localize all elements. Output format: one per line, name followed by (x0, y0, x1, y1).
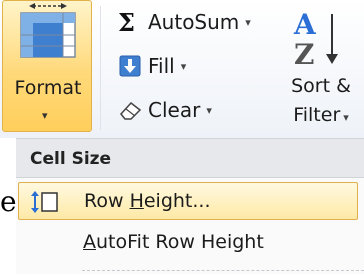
menu-item-autofit-row-height[interactable]: AutoFit Row Height (18, 224, 358, 262)
autosum-button[interactable]: Σ AutoSum ▾ (118, 4, 251, 40)
sort-label-line2: Filter ▾ (293, 104, 349, 126)
format-button[interactable]: Format ▾ (2, 0, 92, 132)
sort-label-line1: Sort & (291, 75, 351, 97)
fill-button[interactable]: Fill ▾ (118, 48, 186, 84)
menu-separator (82, 270, 364, 271)
sort-az-icon: A Z (293, 8, 338, 70)
clear-label: Clear (148, 98, 201, 122)
fill-down-icon (118, 54, 148, 78)
chevron-down-icon[interactable]: ▾ (245, 16, 251, 29)
svg-text:Z: Z (294, 38, 314, 70)
format-label: Format (14, 77, 82, 99)
menu-item-label: AutoFit Row Height (83, 231, 264, 253)
format-cells-icon (20, 3, 76, 58)
chevron-down-icon[interactable]: ▾ (343, 111, 349, 124)
menu-section-header: Cell Size (16, 138, 364, 178)
sigma-icon: Σ (118, 7, 135, 37)
clear-button[interactable]: Clear ▾ (118, 92, 212, 128)
chevron-down-icon[interactable]: ▾ (181, 60, 187, 73)
ribbon: Format ▾ Σ AutoSum ▾ Fill ▾ Clear ▾ A Z … (0, 0, 364, 138)
format-dropdown-menu: Cell Size Row Height... AutoFit Row Heig… (0, 138, 364, 274)
chevron-down-icon[interactable]: ▾ (206, 104, 212, 117)
menu-item-label: Row Height... (84, 190, 211, 212)
eraser-icon (118, 99, 148, 121)
fill-label: Fill (148, 54, 175, 78)
row-height-icon (31, 191, 58, 213)
group-divider (100, 6, 101, 130)
svg-text:A: A (293, 8, 317, 41)
menu-item-row-height[interactable]: Row Height... (18, 182, 358, 220)
sort-filter-button[interactable]: A Z Sort & Filter ▾ (278, 0, 364, 135)
background-text-fragment: e (0, 185, 17, 218)
autosum-label: AutoSum (148, 10, 240, 34)
chevron-down-icon: ▾ (42, 109, 48, 122)
